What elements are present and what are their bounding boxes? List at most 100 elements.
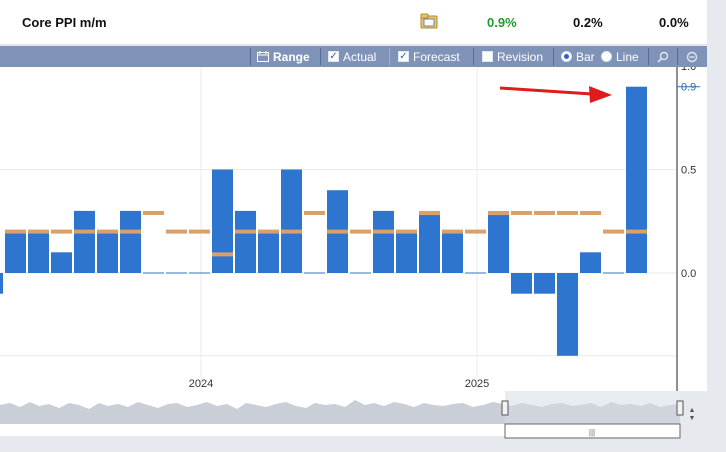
forecast-marker: [5, 229, 26, 234]
actual-bar: [258, 231, 279, 273]
forecast-marker: [419, 210, 440, 215]
actual-bar: [97, 231, 118, 273]
y-tick-label: 0.9: [681, 82, 696, 94]
scroll-down-icon: ▼: [688, 415, 696, 422]
forecast-marker: [258, 229, 279, 234]
revision-checkbox[interactable]: Revision: [482, 46, 543, 67]
navigator-selection[interactable]: [505, 391, 680, 424]
toolbar-divider: [553, 48, 554, 65]
bar-radio-icon: [561, 51, 572, 62]
x-tick-label: 2024: [189, 378, 213, 390]
forecast-marker: [51, 229, 72, 234]
forecast-marker: [97, 229, 118, 234]
forecast-marker: [189, 229, 210, 234]
bar-label: Bar: [576, 49, 595, 64]
forecast-marker: [28, 229, 49, 234]
zoom-out-button[interactable]: [678, 46, 706, 67]
forecast-marker: [143, 210, 164, 215]
bar-chart[interactable]: 1.0 0.9 0.5 0.0 2024 2025: [0, 67, 707, 391]
forecast-value: 0.2%: [573, 15, 603, 30]
actual-bar: [534, 273, 555, 294]
forecast-marker: [327, 229, 348, 234]
forecast-marker: [166, 229, 187, 234]
folder-icon[interactable]: [420, 13, 438, 29]
actual-bar: [557, 273, 578, 356]
actual-bar: [419, 215, 440, 273]
actual-bar: [373, 210, 394, 273]
scrollbar-grip-icon: |||: [589, 428, 595, 437]
forecast-marker: [74, 229, 95, 234]
range-label: Range: [273, 49, 310, 64]
actual-bar: [120, 210, 141, 273]
range-button[interactable]: Range: [257, 46, 310, 67]
actual-bar: [442, 231, 463, 273]
navigator-chart[interactable]: |||: [0, 391, 707, 452]
actual-bar: [0, 273, 3, 294]
forecast-marker: [235, 229, 256, 234]
indicator-header-row: Core PPI m/m 0.9% 0.2% 0.0%: [0, 0, 707, 45]
calendar-icon: [257, 51, 269, 62]
forecast-marker: [212, 252, 233, 257]
navigator-right-handle[interactable]: [676, 400, 684, 416]
y-tick-label: 0.0: [681, 268, 696, 280]
forecast-check-icon: ✓: [398, 50, 409, 62]
forecast-marker: [281, 229, 302, 234]
actual-bar: [396, 231, 417, 273]
line-radio-icon: [601, 51, 612, 62]
forecast-marker: [350, 229, 371, 234]
toolbar-divider: [320, 48, 321, 65]
navigator-left-handle[interactable]: [501, 400, 509, 416]
revision-label: Revision: [497, 49, 544, 64]
indicator-title[interactable]: Core PPI m/m: [22, 15, 107, 30]
actual-bar: [235, 210, 256, 273]
actual-bar: [212, 169, 233, 273]
actual-check-icon: ✓: [328, 50, 339, 62]
actual-bar: [281, 169, 302, 273]
actual-bar: [74, 210, 95, 273]
line-radio[interactable]: Line: [601, 46, 639, 67]
actual-bar: [28, 231, 49, 273]
forecast-marker: [442, 229, 463, 234]
y-tick-label: 1.0: [681, 67, 696, 73]
actual-checkbox[interactable]: ✓ Actual: [328, 46, 376, 67]
previous-value: 0.0%: [659, 15, 689, 30]
y-tick-label: 0.5: [681, 165, 696, 177]
actual-bar: [580, 252, 601, 273]
forecast-marker: [396, 229, 417, 234]
chart-toolbar: Range ✓ Actual ✓ Forecast Revision Bar L…: [0, 46, 707, 67]
zoom-in-button[interactable]: [649, 46, 677, 67]
forecast-marker: [488, 210, 509, 215]
toolbar-divider: [473, 48, 474, 65]
line-label: Line: [616, 49, 639, 64]
scroll-up-icon: ▲: [688, 407, 696, 414]
navigator-scroll-arrows[interactable]: ▲ ▼: [686, 404, 698, 426]
bar-radio[interactable]: Bar: [561, 46, 595, 67]
annotation-arrow-shaft: [499, 86, 593, 96]
toolbar-divider: [389, 48, 390, 65]
actual-bar: [626, 86, 647, 273]
forecast-marker: [465, 229, 486, 234]
zoom-out-icon: [686, 51, 698, 62]
x-tick-label: 2025: [465, 378, 489, 390]
forecast-marker: [626, 229, 647, 234]
forecast-marker: [580, 210, 601, 215]
forecast-marker: [603, 229, 624, 234]
forecast-marker: [120, 229, 141, 234]
actual-bar: [5, 231, 26, 273]
annotation-arrow-head: [589, 86, 612, 103]
forecast-marker: [534, 210, 555, 215]
actual-label: Actual: [343, 49, 377, 64]
actual-bar: [488, 215, 509, 273]
forecast-marker: [511, 210, 532, 215]
forecast-checkbox[interactable]: ✓ Forecast: [398, 46, 460, 67]
forecast-marker: [304, 210, 325, 215]
forecast-label: Forecast: [413, 49, 460, 64]
actual-bar: [51, 252, 72, 273]
zoom-in-icon: [657, 51, 669, 63]
forecast-marker: [557, 210, 578, 215]
toolbar-divider: [250, 48, 251, 65]
actual-bar: [511, 273, 532, 294]
actual-value: 0.9%: [487, 15, 517, 30]
revision-check-icon: [482, 51, 493, 62]
forecast-marker: [373, 229, 394, 234]
